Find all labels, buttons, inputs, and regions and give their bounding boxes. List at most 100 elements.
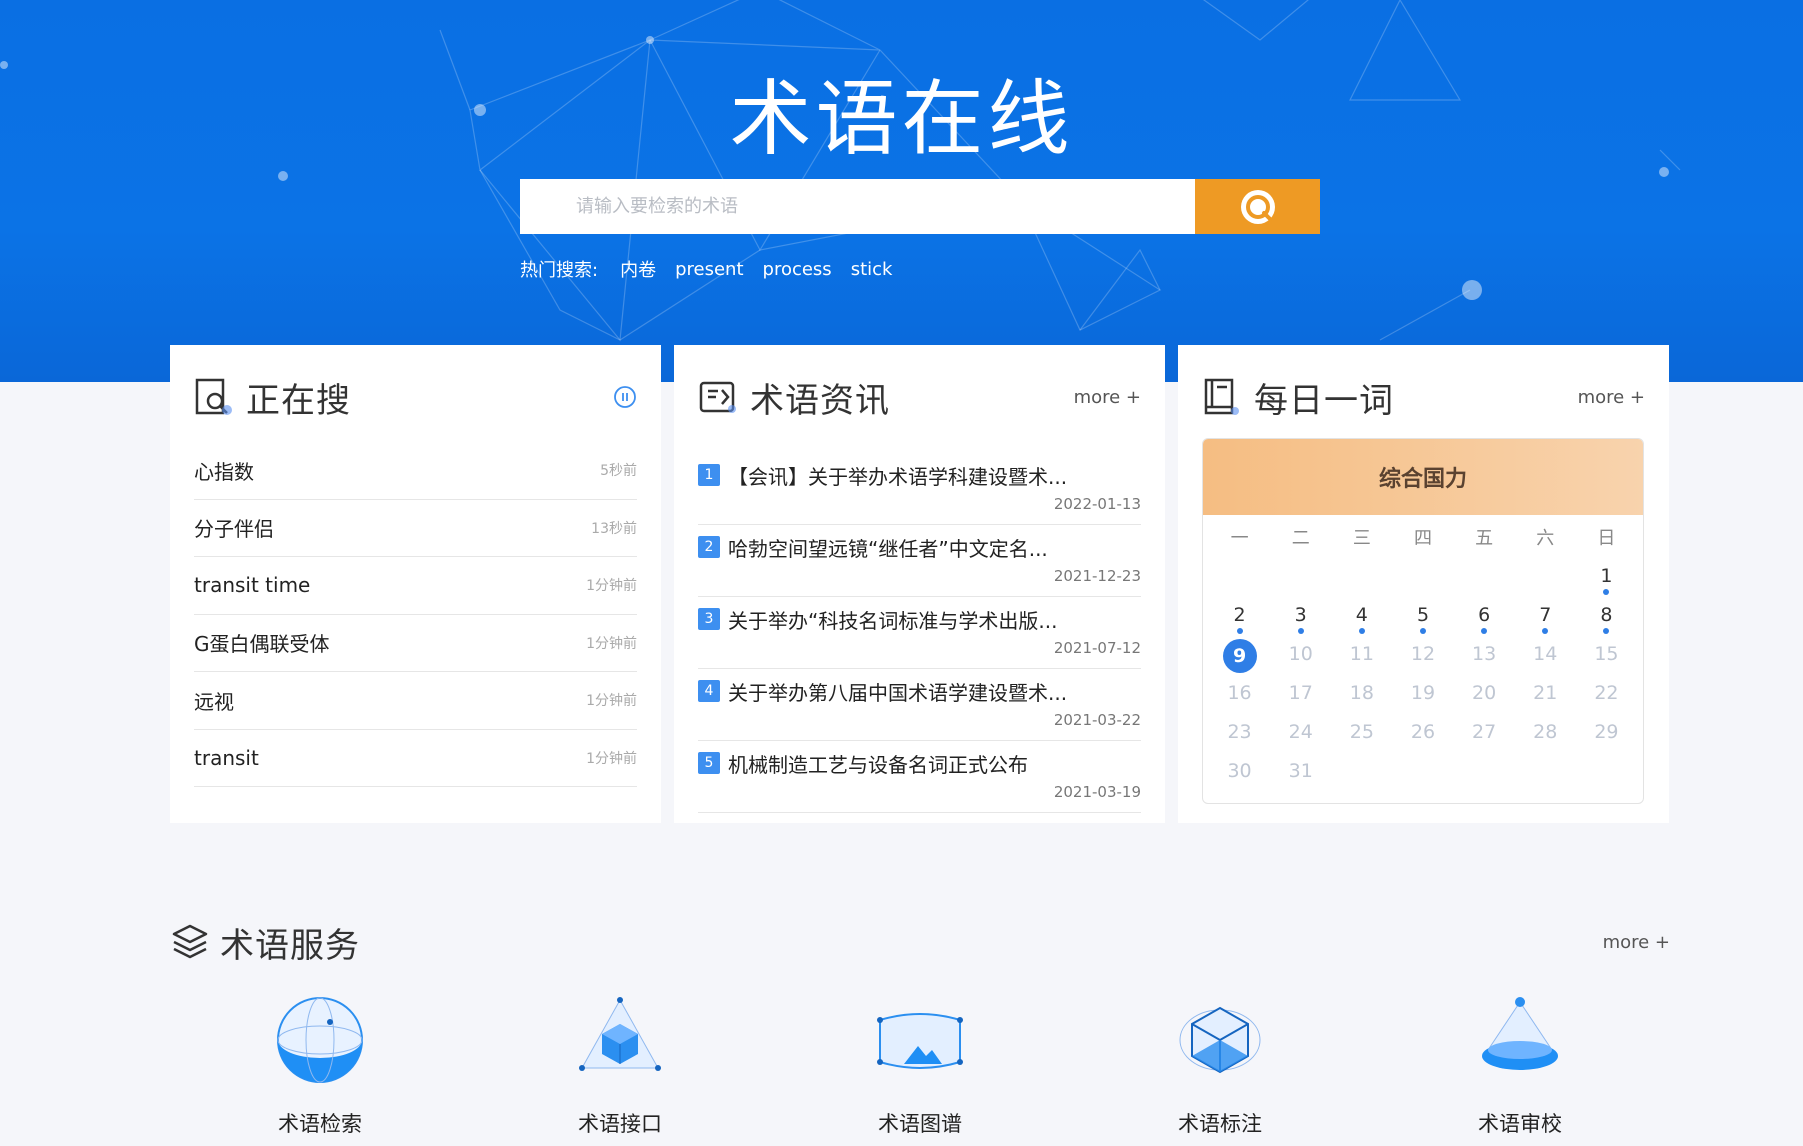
news-title-link[interactable]: 【会讯】关于举办术语学科建设暨术... (728, 461, 1067, 490)
calendar-day[interactable]: 6 (1454, 598, 1515, 637)
service-term-api[interactable]: 术语接口 (540, 990, 700, 1138)
search-term[interactable]: 心指数 (194, 456, 254, 485)
has-word-dot (1603, 628, 1610, 634)
calendar-day[interactable]: 30 (1209, 754, 1270, 793)
services-more-link[interactable]: more + (1603, 932, 1670, 953)
calendar-day[interactable]: 18 (1331, 676, 1392, 715)
calendar-day[interactable]: 17 (1270, 676, 1331, 715)
has-word-dot (1542, 628, 1549, 634)
weekday-label: 三 (1352, 528, 1371, 549)
has-word-dot (1236, 628, 1243, 634)
calendar-empty-cell (1392, 559, 1453, 598)
calendar-day[interactable]: 25 (1331, 715, 1392, 754)
search-term[interactable]: 分子伴侣 (194, 513, 274, 542)
calendar-day[interactable]: 20 (1454, 676, 1515, 715)
calendar-day[interactable]: 15 (1576, 637, 1637, 676)
news-title-link[interactable]: 关于举办第八届中国术语学建设暨术... (728, 677, 1067, 706)
calendar-empty-cell (1209, 559, 1270, 598)
calendar-day[interactable]: 16 (1209, 676, 1270, 715)
calendar-day[interactable]: 28 (1515, 715, 1576, 754)
search-icon (1240, 189, 1275, 224)
search-time: 5秒前 (600, 463, 637, 480)
calendar-grid: 1 2 3 4 5 6 7 8 9 10 11 12 13 14 15 16 17 18 19 20 21 22 23 24 2… (1203, 559, 1643, 793)
search-document-icon (195, 378, 232, 415)
calendar-day[interactable]: 26 (1392, 715, 1453, 754)
calendar-day[interactable]: 12 (1392, 637, 1453, 676)
list-item[interactable]: 心指数 5秒前 (194, 442, 637, 500)
calendar-day[interactable]: 13 (1454, 637, 1515, 676)
list-item[interactable]: G蛋白偶联受体 1分钟前 (194, 615, 637, 672)
calendar-day[interactable]: 21 (1515, 676, 1576, 715)
daily-more-link[interactable]: more + (1578, 387, 1645, 408)
calendar-empty-cell (1576, 754, 1637, 793)
site-logo[interactable]: 术语在线 (0, 52, 1803, 171)
cube-annotate-icon (1170, 990, 1270, 1090)
search-input[interactable] (520, 179, 1195, 234)
weekday-label: 二 (1291, 528, 1310, 549)
section-title: 术语服务 (220, 925, 360, 966)
calendar-day[interactable]: 1 (1576, 559, 1637, 598)
service-label: 术语接口 (578, 1112, 662, 1136)
calendar-day[interactable]: 8 (1576, 598, 1637, 637)
calendar-day[interactable]: 7 (1515, 598, 1576, 637)
hot-searches: 热门搜索: 内卷 present process stick (520, 256, 911, 282)
search-term[interactable]: transit (194, 746, 259, 770)
calendar-empty-cell (1454, 559, 1515, 598)
calendar-day[interactable]: 11 (1331, 637, 1392, 676)
calendar-empty-cell (1331, 754, 1392, 793)
calendar-day[interactable]: 4 (1331, 598, 1392, 637)
calendar-day[interactable]: 27 (1454, 715, 1515, 754)
list-item[interactable]: transit time 1分钟前 (194, 557, 637, 615)
daily-word-card: 每日一词 more + 综合国力 一二三四五六日 1 2 3 4 5 6 7 8 9 10 11 12… (1178, 345, 1669, 823)
calendar-day[interactable]: 3 (1270, 598, 1331, 637)
news-title-link[interactable]: 机械制造工艺与设备名词正式公布 (728, 749, 1028, 778)
service-term-annotate[interactable]: 术语标注 (1140, 990, 1300, 1138)
list-item[interactable]: transit 1分钟前 (194, 730, 637, 787)
news-more-link[interactable]: more + (1074, 387, 1141, 408)
news-rank-badge: 3 (698, 608, 720, 630)
search-term[interactable]: G蛋白偶联受体 (194, 628, 330, 657)
calendar-day[interactable]: 24 (1270, 715, 1331, 754)
calendar-day[interactable]: 23 (1209, 715, 1270, 754)
calendar-row: 1 (1203, 559, 1643, 598)
news-list: 1 【会讯】关于举办术语学科建设暨术... 2022-01-13 2 哈勃空间望… (698, 453, 1141, 813)
search-button[interactable] (1195, 179, 1320, 234)
layers-icon (172, 924, 208, 959)
service-term-graph[interactable]: 术语图谱 (840, 990, 1000, 1138)
service-term-search[interactable]: 术语检索 (240, 990, 400, 1138)
list-item[interactable]: 远视 1分钟前 (194, 672, 637, 730)
calendar-day[interactable]: 29 (1576, 715, 1637, 754)
list-item[interactable]: 分子伴侣 13秒前 (194, 500, 637, 557)
hot-searches-label: 热门搜索: (520, 260, 599, 281)
calendar-day[interactable]: 2 (1209, 598, 1270, 637)
calendar-day[interactable]: 14 (1515, 637, 1576, 676)
calendar-day[interactable]: 10 (1270, 637, 1331, 676)
calendar-day[interactable]: 22 (1576, 676, 1637, 715)
list-item[interactable]: 2 哈勃空间望远镜“继任者”中文定名... 2021-12-23 (698, 525, 1141, 597)
list-item[interactable]: 5 机械制造工艺与设备名词正式公布 2021-03-19 (698, 741, 1141, 813)
list-item[interactable]: 4 关于举办第八届中国术语学建设暨术... 2021-03-22 (698, 669, 1141, 741)
service-term-review[interactable]: 术语审校 (1440, 990, 1600, 1138)
hot-term-link[interactable]: process (763, 259, 832, 280)
calendar-day[interactable]: 31 (1270, 754, 1331, 793)
news-title-link[interactable]: 哈勃空间望远镜“继任者”中文定名... (728, 533, 1048, 562)
cone-review-icon (1470, 990, 1570, 1090)
list-item[interactable]: 1 【会讯】关于举办术语学科建设暨术... 2022-01-13 (698, 453, 1141, 525)
calendar-row: 16 17 18 19 20 21 22 (1203, 676, 1643, 715)
hot-term-link[interactable]: 内卷 (620, 256, 656, 282)
hot-term-link[interactable]: present (675, 259, 743, 280)
search-term[interactable]: 远视 (194, 686, 234, 715)
calendar-day[interactable]: 19 (1392, 676, 1453, 715)
calendar-day[interactable]: 5 (1392, 598, 1453, 637)
search-term[interactable]: transit time (194, 573, 310, 597)
pause-icon[interactable] (613, 385, 637, 409)
daily-word[interactable]: 综合国力 (1203, 439, 1643, 515)
calendar-day[interactable]: 9 (1209, 637, 1270, 676)
weekday-label: 一 (1230, 528, 1249, 549)
hot-term-link[interactable]: stick (851, 259, 893, 280)
calendar-weekdays: 一二三四五六日 (1203, 515, 1643, 559)
service-label: 术语审校 (1478, 1112, 1562, 1136)
news-title-link[interactable]: 关于举办“科技名词标准与学术出版... (728, 605, 1057, 634)
card-header: 每日一词 more + (1202, 375, 1645, 421)
list-item[interactable]: 3 关于举办“科技名词标准与学术出版... 2021-07-12 (698, 597, 1141, 669)
